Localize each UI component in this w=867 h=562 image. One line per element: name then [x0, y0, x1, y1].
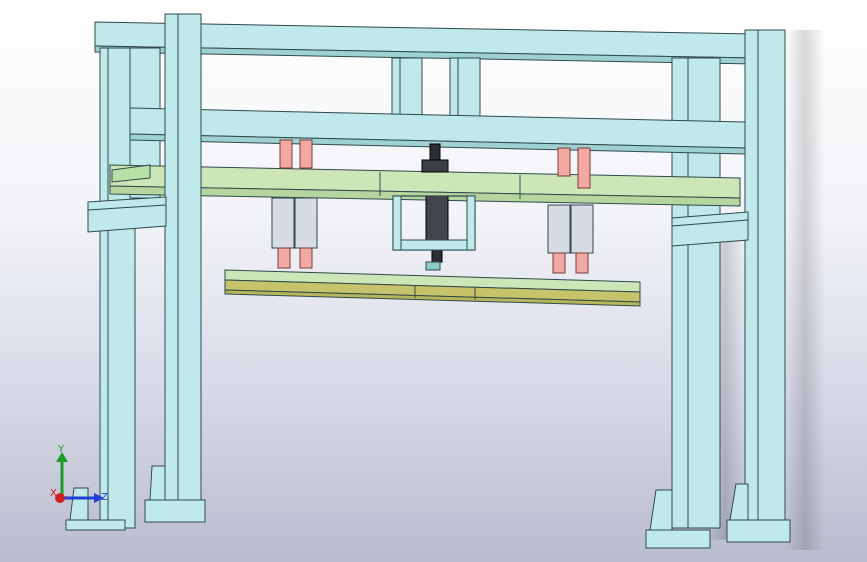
central-actuator[interactable]	[421, 143, 449, 271]
gantry-assembly-model[interactable]: Y Z X	[0, 0, 867, 562]
lift-cylinders-left[interactable]	[271, 197, 318, 269]
triad-y-label: Y	[57, 444, 65, 455]
center-struts[interactable]	[391, 57, 481, 117]
side-bracket-left[interactable]	[87, 196, 167, 233]
lift-cylinders-right[interactable]	[547, 204, 594, 274]
model-shadow-right-post	[785, 30, 825, 550]
triad-z-label: Z	[101, 492, 108, 503]
triad-x-label: X	[50, 488, 57, 499]
side-bracket-right[interactable]	[671, 211, 749, 247]
lower-gripper-plate[interactable]	[224, 269, 641, 307]
cad-3d-viewport[interactable]: Y Z X	[0, 0, 867, 562]
